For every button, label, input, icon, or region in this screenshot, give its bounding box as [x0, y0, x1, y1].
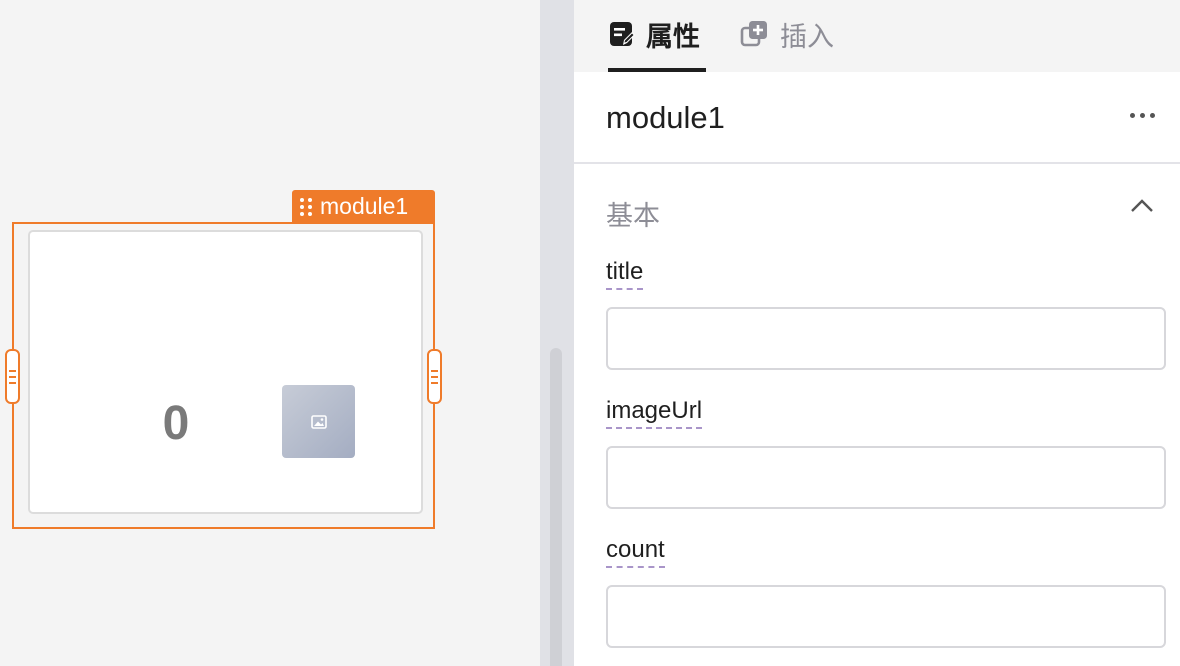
imageurl-input[interactable]: [606, 446, 1166, 509]
drag-handle-icon[interactable]: [300, 197, 312, 216]
tab-insert[interactable]: 插入: [740, 14, 834, 54]
component-title: module1: [606, 100, 725, 135]
active-tab-indicator: [608, 68, 706, 72]
add-copy-icon: [740, 21, 767, 47]
field-label-title: title: [606, 258, 644, 290]
title-input[interactable]: [606, 307, 1166, 370]
field-label-imageurl: imageUrl: [606, 397, 703, 429]
module-label-tag[interactable]: module1: [292, 190, 435, 223]
collapse-section-button[interactable]: [1130, 198, 1154, 219]
count-display: 0: [162, 397, 190, 450]
title-divider: [574, 162, 1180, 164]
image-placeholder: [282, 385, 355, 458]
chevron-up-icon: [1131, 199, 1153, 212]
tab-bar: 属性 插入: [574, 0, 1180, 72]
resize-handle-right[interactable]: [427, 349, 442, 404]
canvas-area: module1 0: [0, 0, 540, 666]
more-options-button[interactable]: [1130, 113, 1155, 118]
tab-properties[interactable]: 属性: [608, 14, 700, 54]
module-tag-text: module1: [320, 193, 409, 219]
module-card[interactable]: [28, 230, 423, 514]
section-title-basic: 基本: [606, 201, 660, 231]
tab-insert-label: 插入: [780, 21, 834, 52]
count-input[interactable]: [606, 585, 1166, 648]
properties-panel: 属性 插入 module1 基本 title imageUrl count: [574, 0, 1180, 666]
field-label-count: count: [606, 536, 665, 568]
scrollbar-thumb[interactable]: [550, 348, 562, 666]
tab-properties-label: 属性: [646, 21, 700, 52]
image-icon: [310, 414, 327, 429]
resize-handle-left[interactable]: [5, 349, 20, 404]
edit-note-icon: [610, 22, 635, 46]
more-horizontal-icon: [1130, 113, 1135, 118]
